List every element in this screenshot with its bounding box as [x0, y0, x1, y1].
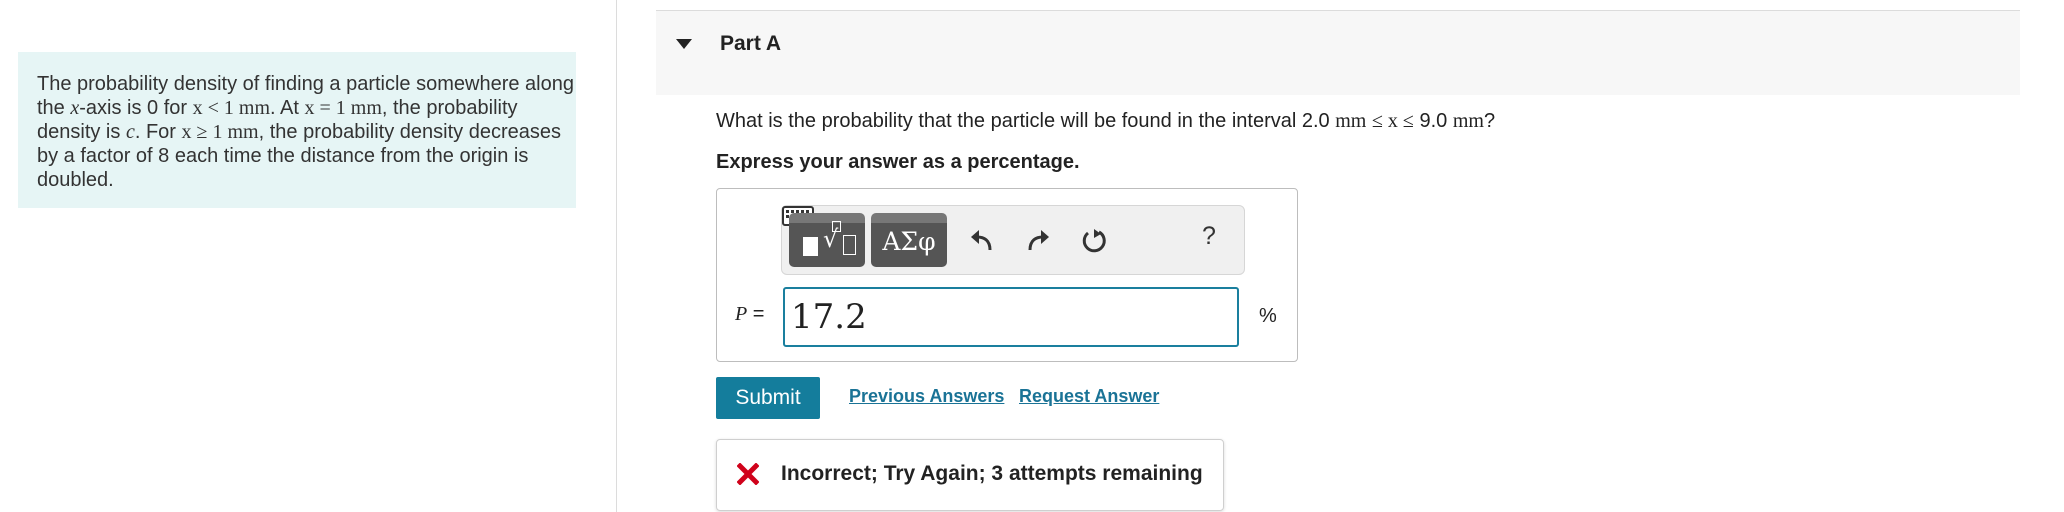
- intro-text: -axis is 0 for: [79, 97, 193, 119]
- answer-box: √ ΑΣφ ? P = %: [716, 188, 1298, 362]
- x-icon: [737, 463, 759, 485]
- part-title: Part A: [720, 32, 782, 55]
- answer-variable: P: [735, 303, 748, 325]
- reset-icon[interactable]: [1080, 226, 1108, 254]
- intro-condition: x = 1 mm: [304, 97, 382, 119]
- intro-var-c: c: [125, 121, 135, 143]
- undo-icon[interactable]: [968, 226, 996, 254]
- submit-button[interactable]: Submit: [716, 377, 820, 419]
- previous-answers-link[interactable]: Previous Answers: [849, 386, 1004, 407]
- question-upper-bound: 9.0: [1419, 110, 1448, 132]
- intro-text: . For: [134, 121, 182, 143]
- question-prefix: What is the probability that the particl…: [716, 110, 1302, 132]
- question-relation: ≤ x ≤: [1371, 110, 1414, 132]
- feedback-message: Incorrect; Try Again; 3 attempts remaini…: [716, 439, 1224, 511]
- symbols-label: ΑΣφ: [882, 227, 936, 256]
- intro-condition: x ≥ 1 mm: [181, 121, 259, 143]
- intro-var-x: x: [70, 97, 80, 119]
- problem-statement: The probability density of finding a par…: [18, 52, 576, 208]
- intro-text: . At: [270, 97, 305, 119]
- redo-icon[interactable]: [1024, 226, 1052, 254]
- collapse-caret-icon[interactable]: [676, 39, 692, 49]
- question-unit: mm: [1335, 110, 1367, 132]
- question-text: What is the probability that the particl…: [716, 110, 1495, 133]
- feedback-text: Incorrect; Try Again; 3 attempts remaini…: [781, 462, 1203, 485]
- question-unit: mm: [1452, 110, 1484, 132]
- answer-input[interactable]: [783, 287, 1239, 347]
- help-icon[interactable]: ?: [1202, 222, 1216, 251]
- templates-icon[interactable]: √: [789, 213, 865, 267]
- symbols-icon[interactable]: ΑΣφ: [871, 213, 947, 267]
- request-answer-link[interactable]: Request Answer: [1019, 386, 1159, 407]
- answer-unit: %: [1259, 305, 1277, 327]
- question-lower-bound: 2.0: [1301, 110, 1330, 132]
- column-divider: [616, 0, 617, 512]
- math-toolbar: √ ΑΣφ ?: [781, 205, 1245, 275]
- answer-variable-label: P =: [735, 303, 764, 326]
- answer-equals: =: [752, 303, 765, 325]
- answer-instruction: Express your answer as a percentage.: [716, 151, 1080, 173]
- part-header[interactable]: Part A: [656, 10, 2020, 95]
- intro-condition: x < 1 mm: [192, 97, 271, 119]
- question-end: ?: [1483, 110, 1496, 132]
